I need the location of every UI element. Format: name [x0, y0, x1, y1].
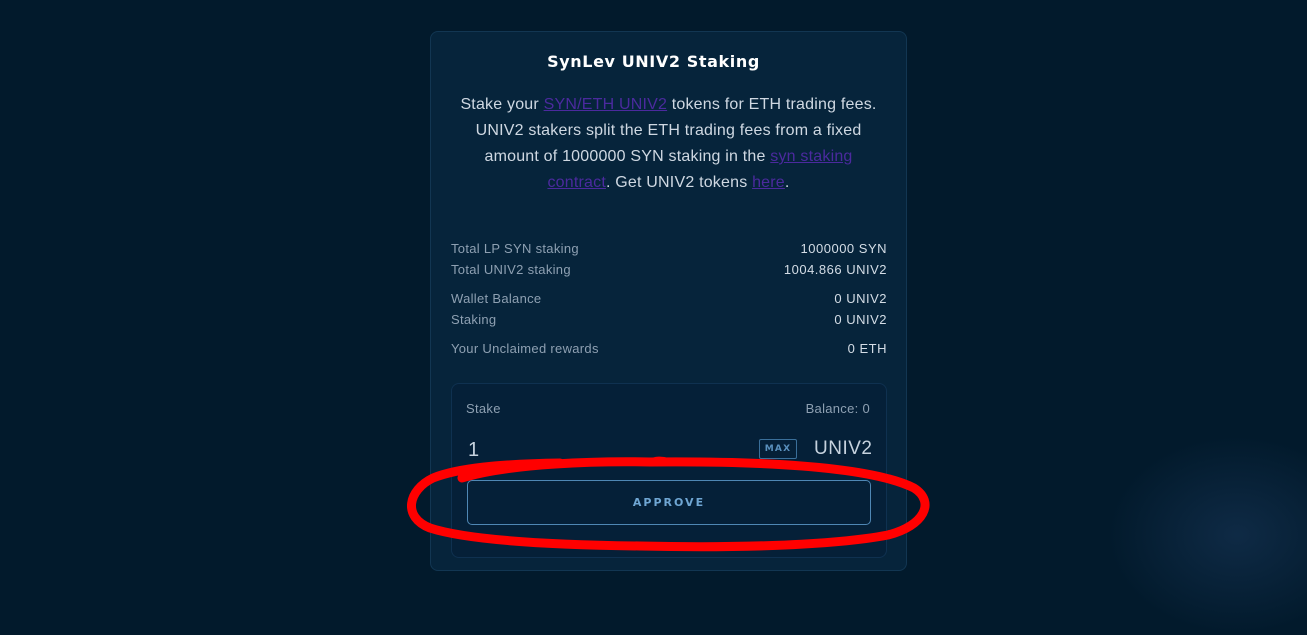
token-unit-label: UNIV2 — [814, 438, 872, 460]
stat-value: 1004.866 UNIV2 — [784, 261, 887, 279]
background-glow — [1107, 435, 1307, 635]
stake-amount-input[interactable] — [466, 436, 748, 464]
stat-label: Total UNIV2 staking — [451, 261, 571, 279]
stat-label: Wallet Balance — [451, 290, 541, 308]
stat-row-wallet-balance: Wallet Balance 0 UNIV2 — [451, 290, 887, 308]
description-text: Stake your — [460, 96, 543, 113]
staking-description: Stake your SYN/ETH UNIV2 tokens for ETH … — [460, 92, 877, 196]
description-text: . Get UNIV2 tokens — [606, 174, 752, 191]
stat-label: Total LP SYN staking — [451, 240, 579, 258]
get-univ2-here-link[interactable]: here — [752, 174, 785, 191]
balance-label: Balance: 0 — [806, 401, 870, 416]
stat-row-unclaimed-rewards: Your Unclaimed rewards 0 ETH — [451, 340, 887, 358]
stat-label: Staking — [451, 311, 496, 329]
syn-eth-univ2-link[interactable]: SYN/ETH UNIV2 — [544, 96, 668, 113]
stat-row-total-lp-syn: Total LP SYN staking 1000000 SYN — [451, 240, 887, 258]
max-button[interactable]: MAX — [759, 439, 797, 459]
stat-label: Your Unclaimed rewards — [451, 340, 599, 358]
stake-label: Stake — [466, 401, 501, 416]
card-title: SynLev UNIV2 Staking — [0, 52, 1307, 71]
stat-row-staking: Staking 0 UNIV2 — [451, 311, 887, 329]
stat-value: 0 ETH — [848, 340, 887, 358]
stat-row-total-univ2: Total UNIV2 staking 1004.866 UNIV2 — [451, 261, 887, 279]
stat-value: 0 UNIV2 — [834, 311, 887, 329]
stat-value: 1000000 SYN — [801, 240, 887, 258]
stat-value: 0 UNIV2 — [834, 290, 887, 308]
description-text: . — [785, 174, 790, 191]
approve-button[interactable]: APPROVE — [467, 480, 871, 525]
